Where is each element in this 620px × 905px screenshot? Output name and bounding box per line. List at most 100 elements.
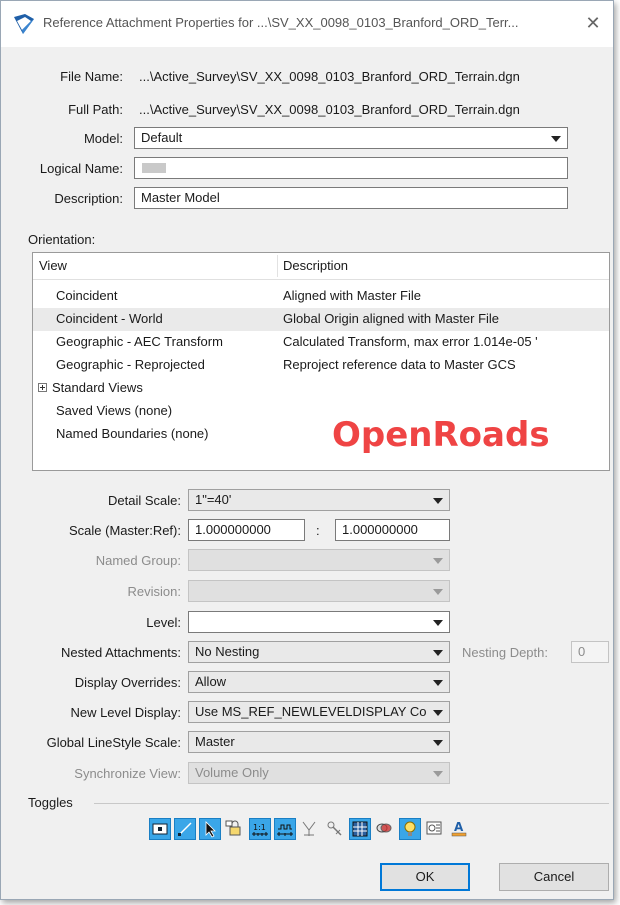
new-level-display-value: Use MS_REF_NEWLEVELDISPLAY Co (195, 704, 427, 719)
display-toggle-icon[interactable] (149, 818, 171, 840)
toggles-label: Toggles (28, 795, 73, 810)
toggles-toolbar: 1:1 A (149, 818, 471, 842)
scale-ref-field[interactable]: 1.000000000 (335, 519, 450, 541)
global-linestyle-scale-dropdown[interactable]: Master (188, 731, 450, 753)
view-name: Geographic - AEC Transform (56, 334, 223, 349)
view-name: Geographic - Reprojected (56, 357, 205, 372)
list-item[interactable]: Coincident Aligned with Master File (33, 285, 609, 308)
column-header-description[interactable]: Description (283, 258, 348, 273)
view-name: Coincident - World (56, 311, 163, 326)
synchronize-view-value: Volume Only (195, 765, 269, 780)
svg-text:1:1: 1:1 (253, 823, 266, 832)
view-description: Calculated Transform, max error 1.014e-0… (283, 334, 538, 349)
global-linestyle-scale-value: Master (195, 734, 235, 749)
nested-attachments-dropdown[interactable]: No Nesting (188, 641, 450, 663)
new-level-display-dropdown[interactable]: Use MS_REF_NEWLEVELDISPLAY Co (188, 701, 450, 723)
openroads-watermark: OpenRoads (332, 415, 550, 455)
svg-text:A: A (454, 820, 464, 834)
nested-attachments-value: No Nesting (195, 644, 260, 659)
detail-scale-label: Detail Scale: (108, 493, 181, 508)
scale-master-field[interactable]: 1.000000000 (188, 519, 305, 541)
view-description: Reproject reference data to Master GCS (283, 357, 516, 372)
locate-toggle-icon[interactable] (199, 818, 221, 840)
file-name-value: ...\Active_Survey\SV_XX_0098_0103_Branfo… (139, 69, 520, 84)
scale-separator: : (316, 523, 320, 538)
nesting-depth-label: Nesting Depth: (462, 645, 548, 660)
view-name: Standard Views (52, 380, 143, 395)
chevron-down-icon (433, 771, 443, 777)
use-lights-icon[interactable] (349, 818, 371, 840)
file-name-label: File Name: (60, 69, 123, 84)
display-overrides-label: Display Overrides: (74, 675, 181, 690)
annotation-scale-icon[interactable] (424, 818, 446, 840)
toggles-divider (94, 803, 609, 804)
nested-attachments-label: Nested Attachments: (61, 645, 181, 660)
nesting-depth-field[interactable]: 0 (571, 641, 609, 663)
display-overrides-dropdown[interactable]: Allow (188, 671, 450, 693)
scale-line-styles-icon[interactable] (274, 818, 296, 840)
close-icon[interactable]: ✕ (581, 11, 605, 35)
chevron-down-icon (433, 680, 443, 686)
logical-name-field[interactable] (134, 157, 568, 179)
column-header-view[interactable]: View (39, 258, 67, 273)
description-field[interactable]: Master Model (134, 187, 568, 209)
view-name: Coincident (56, 288, 118, 303)
description-label: Description: (54, 191, 123, 206)
synchronize-view-dropdown[interactable]: Volume Only (188, 762, 450, 784)
view-name: Named Boundaries (none) (56, 426, 209, 441)
column-divider[interactable] (277, 255, 278, 277)
microstation-app-icon (14, 14, 34, 34)
chevron-down-icon (551, 136, 561, 142)
list-header: View Description (33, 253, 609, 280)
true-scale-icon[interactable]: 1:1 (249, 818, 271, 840)
chevron-down-icon (433, 650, 443, 656)
snap-toggle-icon[interactable] (174, 818, 196, 840)
display-overrides-value: Allow (195, 674, 227, 689)
scale-label: Scale (Master:Ref): (69, 523, 181, 538)
list-item[interactable]: Geographic - AEC Transform Calculated Tr… (33, 331, 609, 354)
chevron-down-icon (433, 558, 443, 564)
level-dropdown[interactable] (188, 611, 450, 633)
full-path-value: ...\Active_Survey\SV_XX_0098_0103_Branfo… (139, 102, 520, 117)
orientation-label: Orientation: (28, 232, 96, 247)
view-description: Global Origin aligned with Master File (283, 311, 500, 326)
model-label: Model: (83, 131, 123, 146)
treat-as-element-icon[interactable] (224, 818, 246, 840)
display-raster-icon[interactable] (374, 818, 396, 840)
title-bar: Reference Attachment Properties for ...\… (1, 1, 613, 47)
chevron-down-icon (433, 710, 443, 716)
logical-name-label: Logical Name: (39, 161, 123, 176)
synchronize-view-label: Synchronize View: (74, 766, 181, 781)
view-name: Saved Views (none) (56, 403, 173, 418)
redacted-value (142, 163, 166, 173)
revision-dropdown[interactable] (188, 580, 450, 602)
reference-attachment-dialog: Reference Attachment Properties for ...\… (0, 0, 614, 900)
chevron-down-icon (433, 740, 443, 746)
full-path-label: Full Path: (68, 102, 123, 117)
cancel-button[interactable]: Cancel (499, 863, 609, 891)
list-item-selected[interactable]: Coincident - World Global Origin aligned… (33, 308, 609, 331)
view-description: Aligned with Master File (283, 288, 421, 303)
chevron-down-icon (433, 498, 443, 504)
expand-plus-icon[interactable] (38, 383, 47, 392)
named-group-dropdown[interactable] (188, 549, 450, 571)
model-value: Default (141, 130, 183, 145)
level-label: Level: (146, 615, 181, 630)
detail-scale-dropdown[interactable]: 1"=40' (188, 489, 450, 511)
detail-scale-value: 1"=40' (195, 492, 232, 507)
new-level-display-label: New Level Display: (70, 705, 181, 720)
ignore-clip-icon[interactable] (324, 818, 346, 840)
revision-label: Revision: (127, 584, 181, 599)
ignore-attachment-icon[interactable] (299, 818, 321, 840)
named-group-label: Named Group: (95, 553, 181, 568)
model-dropdown[interactable]: Default (134, 127, 568, 149)
ok-button[interactable]: OK (380, 863, 470, 891)
global-linestyle-scale-label: Global LineStyle Scale: (46, 735, 181, 750)
window-title: Reference Attachment Properties for ...\… (43, 15, 519, 30)
chevron-down-icon (433, 589, 443, 595)
list-item-standard-views[interactable]: Standard Views (33, 377, 609, 400)
text-style-icon[interactable]: A (449, 818, 471, 840)
list-item[interactable]: Geographic - Reprojected Reproject refer… (33, 354, 609, 377)
lightbulb-icon[interactable] (399, 818, 421, 840)
chevron-down-icon (433, 620, 443, 626)
